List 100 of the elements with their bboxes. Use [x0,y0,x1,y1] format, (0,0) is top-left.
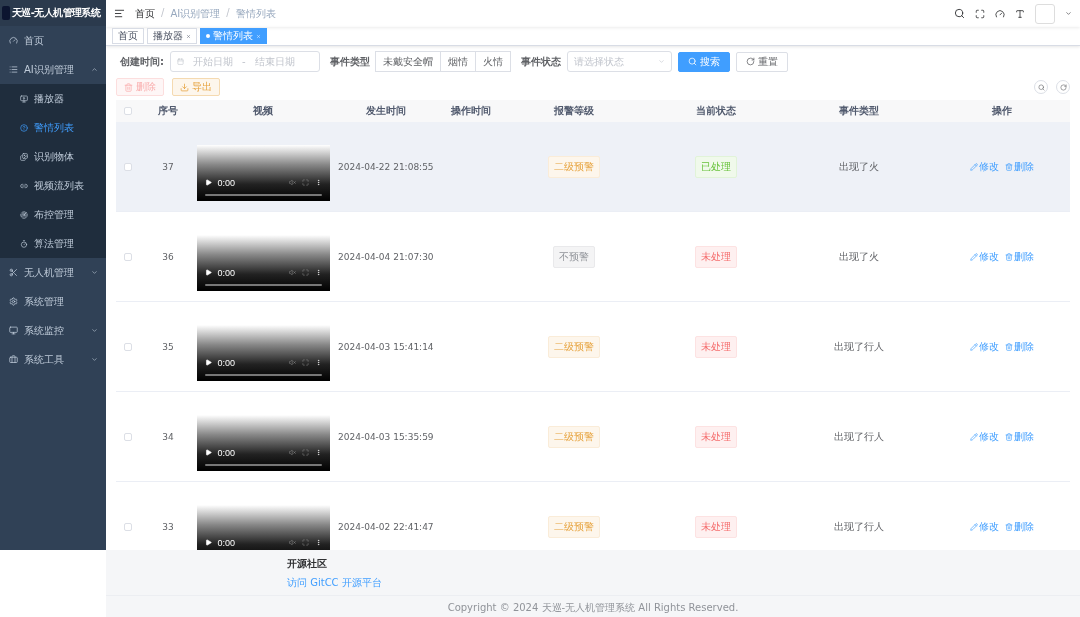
menu-icon[interactable] [114,8,125,19]
radio-button[interactable]: 烟情 [440,51,476,72]
video-time: 0:00 [217,447,237,458]
video-player[interactable]: 0:00 [196,234,330,291]
row-checkbox[interactable] [124,162,132,171]
table-cell-text: 34 [161,431,175,442]
pencil-icon [970,522,978,531]
row-checkbox[interactable] [124,342,132,351]
breadcrumb-separator: / [161,6,165,20]
sidebar-item[interactable]: 无人机管理 [0,258,106,287]
breadcrumb-item: 警情列表 [235,6,276,21]
field-label: 事件类型 [330,54,370,69]
mute-icon[interactable] [288,539,296,546]
select-all-checkbox[interactable] [124,107,132,115]
chevron-down-icon [658,58,665,65]
fullscreen-icon[interactable] [301,539,309,546]
play-icon[interactable] [204,359,212,366]
fullscreen-icon[interactable] [301,179,309,186]
table-cell-text: 出现了火 [838,249,880,264]
page-tab[interactable]: 首页 [112,28,144,44]
fullscreen-icon[interactable] [301,449,309,456]
fullscreen-icon[interactable] [301,269,309,276]
table-cell-text: 2024-04-04 21:07:30 [337,251,435,262]
sidebar-item[interactable]: 系统管理 [0,287,106,316]
chevron-down-icon [91,327,98,334]
breadcrumb-separator: / [226,6,230,20]
field-label: 创建时间: [120,54,164,69]
fullscreen-icon[interactable] [301,359,309,366]
table-cell-text: 出现了行人 [833,339,885,354]
gear-icon [9,297,18,306]
gauge-icon[interactable] [995,8,1005,19]
status-tag: 未处理 [695,425,737,448]
row-checkbox[interactable] [124,432,132,441]
app-title: 天巡-无人机管理系统 [12,6,101,20]
search-toggle-button[interactable] [1034,80,1048,94]
reset-button[interactable]: 重置 [736,51,788,72]
progress-track[interactable] [204,463,322,466]
column-header: 操作 [991,104,1013,118]
mute-icon[interactable] [288,269,296,276]
sidebar-item[interactable]: 系统工具 [0,345,106,374]
search-icon [688,57,697,66]
table-cell-text: 出现了行人 [833,519,885,534]
radio-button[interactable]: 火情 [475,51,511,72]
calendar-icon [177,58,184,65]
mute-icon[interactable] [288,359,296,366]
column-header: 序号 [157,104,179,118]
status-tag: 未处理 [695,335,737,358]
row-checkbox[interactable] [124,252,132,261]
trash-icon [124,82,133,92]
play-icon[interactable] [204,179,212,186]
table-cell-text: 2024-04-02 22:41:47 [337,521,435,532]
close-icon[interactable] [186,33,191,39]
fullscreen-icon[interactable] [975,8,985,19]
breadcrumb-item[interactable]: 首页 [135,6,155,21]
pencil-icon [970,252,978,261]
video-player[interactable]: 0:00 [196,414,330,471]
table-cell-text: 出现了火 [838,159,880,174]
level-tag: 不预警 [553,245,595,268]
trash-icon [1005,252,1013,261]
progress-track[interactable] [204,283,322,286]
trash-icon [1005,342,1013,351]
level-tag: 二级预警 [548,335,600,358]
status-tag: 已处理 [695,155,737,178]
sidebar-item[interactable]: 系统监控 [0,316,106,345]
sidebar-item[interactable]: AI识别管理 [0,55,106,84]
timer-icon [20,239,28,248]
screen-icon [20,94,28,103]
trash-icon [1005,162,1013,171]
text-size-icon[interactable] [1015,8,1025,19]
chevron-down-icon [91,269,98,276]
page-tab[interactable]: 播放器 [147,28,197,44]
status-tag: 未处理 [695,245,737,268]
radio-button[interactable]: 未戴安全帽 [375,51,441,72]
video-player[interactable]: 0:00 [196,324,330,381]
radar-icon [20,210,28,219]
mute-icon[interactable] [288,179,296,186]
progress-track[interactable] [204,193,322,196]
play-icon[interactable] [204,269,212,276]
dashboard-icon [9,36,18,45]
sidebar-item[interactable]: 首页 [0,26,106,55]
mute-icon[interactable] [288,449,296,456]
play-icon[interactable] [204,449,212,456]
table-cell-text: 35 [161,341,175,352]
level-tag: 二级预警 [548,425,600,448]
pencil-icon [970,342,978,351]
status-tag: 未处理 [695,515,737,538]
logo-icon [2,6,10,20]
trash-icon [1005,522,1013,531]
search-icon[interactable] [954,8,965,19]
video-time: 0:00 [217,267,237,278]
progress-track[interactable] [204,373,322,376]
video-player[interactable]: 0:00 [196,504,330,550]
table-cell-text: 2024-04-03 15:35:59 [337,431,435,442]
caret-icon[interactable] [1065,10,1072,17]
row-checkbox[interactable] [124,522,132,531]
scissors-icon [9,268,18,277]
column-header: 报警等级 [553,104,595,118]
refresh-button[interactable] [1056,80,1070,94]
video-player[interactable]: 0:00 [196,144,330,201]
play-icon[interactable] [204,539,212,546]
